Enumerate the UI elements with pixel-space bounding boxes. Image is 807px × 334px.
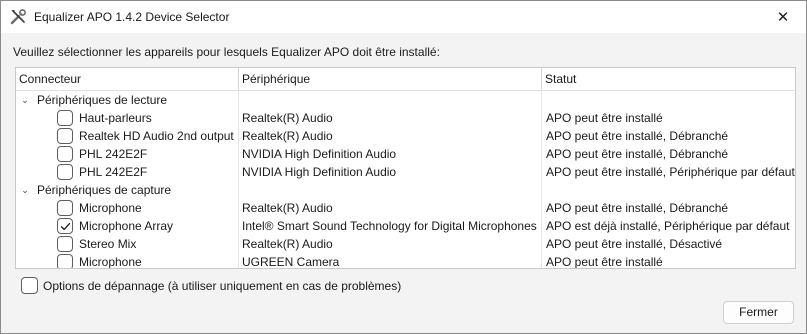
status-cell: APO peut être installé, Débranché xyxy=(546,147,729,161)
device-cell: Realtek(R) Audio xyxy=(242,129,333,143)
status-cell: APO peut être installé, Périphérique par… xyxy=(546,165,795,179)
connector-cell: PHL 242E2F xyxy=(79,147,148,161)
device-selector-window: Equalizer APO 1.4.2 Device Selector ✕ Ve… xyxy=(0,0,807,334)
device-row[interactable]: PHL 242E2F NVIDIA High Definition Audio AP… xyxy=(16,145,795,163)
device-checkbox[interactable] xyxy=(57,254,73,268)
device-cell: NVIDIA High Definition Audio xyxy=(242,147,397,161)
device-checkbox[interactable] xyxy=(57,200,73,216)
connector-cell: Stereo Mix xyxy=(79,237,137,251)
device-checkbox[interactable] xyxy=(57,218,73,234)
device-row[interactable]: Microphone Array Intel® Smart Sound Techn… xyxy=(16,217,795,235)
connector-cell: Microphone xyxy=(79,201,142,215)
device-checkbox[interactable] xyxy=(57,128,73,144)
status-cell: APO peut être installé xyxy=(546,255,663,269)
connector-cell: Microphone Array xyxy=(79,219,174,233)
connector-cell: Realtek HD Audio 2nd output xyxy=(79,129,234,143)
chevron-down-icon[interactable]: ⌄ xyxy=(19,181,31,199)
status-cell: APO peut être installé, Débranché xyxy=(546,129,729,143)
device-cell: Realtek(R) Audio xyxy=(242,201,333,215)
connector-cell: PHL 242E2F xyxy=(79,165,148,179)
window-title: Equalizer APO 1.4.2 Device Selector xyxy=(34,10,230,24)
device-row[interactable]: Realtek HD Audio 2nd output Realtek(R) Au… xyxy=(16,127,795,145)
connector-cell: Haut-parleurs xyxy=(79,111,152,125)
tree-group-label: Périphériques de lecture xyxy=(37,93,168,107)
status-cell: APO est déjà installé, Périphérique par … xyxy=(546,219,790,233)
chevron-down-icon[interactable]: ⌄ xyxy=(19,91,31,109)
tree-group-row[interactable]: ⌄ Périphériques de lecture xyxy=(16,91,795,109)
device-cell: UGREEN Camera xyxy=(242,255,340,269)
status-cell: APO peut être installé, Désactivé xyxy=(546,237,723,251)
device-cell: Realtek(R) Audio xyxy=(242,111,333,125)
device-checkbox[interactable] xyxy=(57,110,73,126)
tree-group-label: Périphériques de capture xyxy=(37,183,172,197)
troubleshoot-checkbox[interactable] xyxy=(21,277,38,294)
close-button[interactable]: Fermer xyxy=(723,301,794,324)
device-row[interactable]: Haut-parleurs Realtek(R) Audio APO peut êt… xyxy=(16,109,795,127)
tools-icon xyxy=(9,8,27,26)
column-header-status[interactable]: Statut xyxy=(542,68,795,90)
device-checkbox[interactable] xyxy=(57,146,73,162)
status-cell: APO peut être installé, Débranché xyxy=(546,201,729,215)
status-cell: APO peut être installé xyxy=(546,111,663,125)
window-close-button[interactable]: ✕ xyxy=(760,1,806,33)
device-row[interactable]: PHL 242E2F NVIDIA High Definition Audio AP… xyxy=(16,163,795,181)
device-checkbox[interactable] xyxy=(57,236,73,252)
title-bar: Equalizer APO 1.4.2 Device Selector ✕ xyxy=(1,1,806,33)
device-cell: Intel® Smart Sound Technology for Digita… xyxy=(242,219,537,233)
device-checkbox[interactable] xyxy=(57,164,73,180)
device-cell: NVIDIA High Definition Audio xyxy=(242,165,397,179)
device-table[interactable]: Connecteur Périphérique Statut ⌄ Périphér… xyxy=(15,67,796,269)
close-icon: ✕ xyxy=(776,9,790,26)
troubleshoot-label[interactable]: Options de dépannage (à utiliser uniquem… xyxy=(43,279,401,293)
device-row[interactable]: Microphone Realtek(R) Audio APO peut être … xyxy=(16,199,795,217)
device-cell: Realtek(R) Audio xyxy=(242,237,333,251)
column-header-device[interactable]: Périphérique xyxy=(239,68,541,90)
connector-cell: Microphone xyxy=(79,255,142,269)
column-header-connector[interactable]: Connecteur xyxy=(16,68,238,90)
tree-group-row[interactable]: ⌄ Périphériques de capture xyxy=(16,181,795,199)
device-row[interactable]: Microphone UGREEN Camera APO peut être ins… xyxy=(16,253,795,269)
device-row[interactable]: Stereo Mix Realtek(R) Audio APO peut être … xyxy=(16,235,795,253)
instruction-text: Veuillez sélectionner les appareils pour… xyxy=(13,45,440,59)
